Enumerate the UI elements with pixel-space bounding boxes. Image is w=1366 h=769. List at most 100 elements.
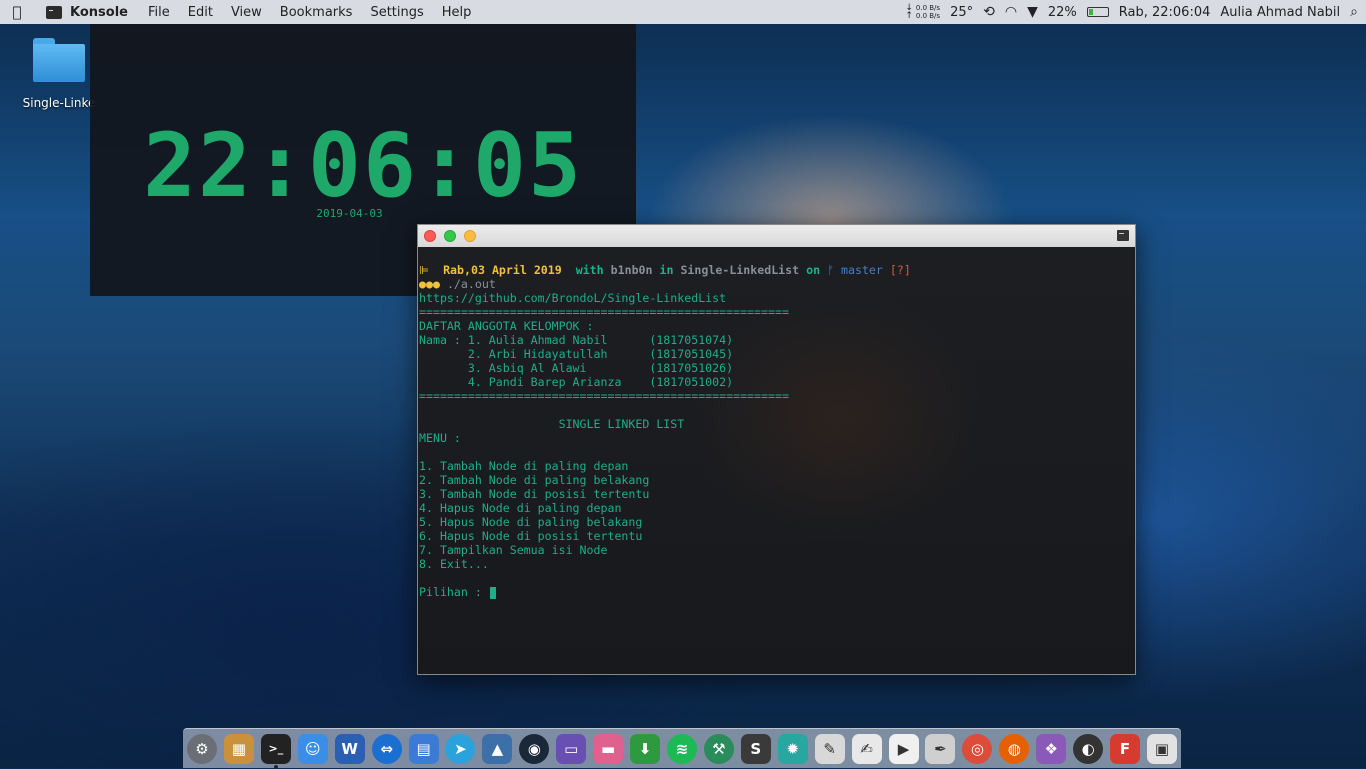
net-down-speed: 0.0 B/s [915, 12, 941, 20]
menu-settings[interactable]: Settings [370, 5, 423, 20]
prompt-marker: ⊫ [419, 263, 430, 277]
finder-glyph: ☺ [304, 739, 321, 758]
folder-pink-icon[interactable]: ▬ [593, 733, 624, 764]
output-line: https://github.com/BrondoL/Single-Linked… [419, 291, 727, 305]
program-output: https://github.com/BrondoL/Single-Linked… [419, 291, 1135, 585]
prompt-date: Rab,03 April 2019 [443, 263, 562, 277]
image-viewer-icon[interactable]: ▲ [482, 733, 513, 764]
sublime-text-icon[interactable]: S [740, 733, 771, 764]
output-line: 4. Hapus Node di paling depan [419, 501, 622, 515]
output-line: 3. Tambah Node di posisi tertentu [419, 487, 650, 501]
spotify-glyph: ≋ [675, 739, 689, 758]
top-menu-bar:  Konsole File Edit View Bookmarks Setti… [0, 0, 1366, 24]
download-icon[interactable]: ⬇ [630, 733, 661, 764]
firefox-glyph: ◍ [1007, 739, 1021, 758]
image-viewer-glyph: ▲ [491, 739, 504, 758]
notes-icon[interactable]: ✎ [814, 733, 845, 764]
teamviewer-glyph: ⇔ [380, 739, 393, 758]
net-arrows-icon: ↓ ↑ [905, 3, 913, 21]
disk-utility-icon[interactable]: ◐ [1073, 733, 1104, 764]
color-picker-icon[interactable]: ❖ [1036, 733, 1067, 764]
close-button[interactable] [424, 230, 436, 242]
foxit-reader-icon[interactable]: F [1110, 733, 1141, 764]
chrome-glyph: ◎ [970, 739, 984, 758]
prompt-branch: ᚠ master [827, 263, 883, 277]
output-line: Nama : 1. Aulia Ahmad Nabil (1817051074) [419, 333, 734, 347]
prompt-dir: Single-LinkedList [680, 263, 800, 277]
menu-file[interactable]: File [148, 5, 170, 20]
telegram-icon[interactable]: ➤ [445, 733, 476, 764]
xcode-icon[interactable]: ⚒ [703, 733, 734, 764]
output-line: 1. Tambah Node di paling depan [419, 459, 629, 473]
network-speed[interactable]: ↓ ↑ 0.0 B/s 0.0 B/s [905, 3, 941, 21]
archive-glyph: ▦ [231, 739, 247, 758]
output-line: MENU : [419, 431, 461, 445]
prompt-icon[interactable]: ▶ [888, 733, 919, 764]
download-glyph: ⬇ [638, 739, 652, 758]
terminal-glyph: >_ [268, 742, 284, 755]
pineapple-icon[interactable]: ✹ [777, 733, 808, 764]
prompt-status: [?] [889, 263, 911, 277]
output-line: 2. Arbi Hidayatullah (1817051045) [419, 347, 734, 361]
status-area: ↓ ↑ 0.0 B/s 0.0 B/s 25° ⟲ ◠ ▼ 22% Rab, 22… [905, 0, 1358, 24]
temperature[interactable]: 25° [950, 5, 973, 20]
prompt-user: b1nb0n [610, 263, 653, 277]
wifi-icon[interactable]: ◠ [1005, 4, 1017, 20]
command-text: ./a.out [446, 277, 496, 291]
text-edit-glyph: ✍ [860, 739, 873, 758]
konsole-window[interactable]: ⊫ Rab,03 April 2019 with b1nb0n in Singl… [417, 224, 1136, 675]
steam-glyph: ◉ [527, 739, 541, 758]
user-name[interactable]: Aulia Ahmad Nabil [1220, 5, 1340, 20]
maximize-button[interactable] [464, 230, 476, 242]
command-dots: ●●● [419, 277, 440, 291]
minimize-button[interactable] [444, 230, 456, 242]
menu-bookmarks[interactable]: Bookmarks [280, 5, 353, 20]
steam-icon[interactable]: ◉ [519, 733, 550, 764]
terminal-icon[interactable]: >_ [260, 733, 291, 769]
output-line: 6. Hapus Node di posisi tertentu [419, 529, 643, 543]
battery-icon[interactable] [1086, 7, 1109, 17]
volume-dropdown-icon[interactable]: ▼ [1027, 4, 1038, 20]
notes-glyph: ✎ [823, 739, 836, 758]
search-icon[interactable]: ⌕ [1350, 4, 1358, 20]
app-name[interactable]: Konsole [70, 5, 128, 20]
chrome-icon[interactable]: ◎ [962, 733, 993, 764]
sublime-text-glyph: S [750, 739, 762, 758]
terminal-menu-icon[interactable] [1117, 230, 1129, 241]
file-manager-icon[interactable]: ▤ [408, 733, 439, 764]
net-up-speed: 0.0 B/s [915, 4, 941, 12]
sync-icon[interactable]: ⟲ [983, 4, 995, 20]
game-emulator-icon[interactable]: ▭ [556, 733, 587, 764]
pineapple-glyph: ✹ [786, 739, 800, 758]
photo-booth-icon[interactable]: ▣ [1146, 733, 1177, 764]
clock-time: 22:06:05 [143, 114, 583, 217]
spotify-icon[interactable]: ≋ [666, 733, 697, 764]
prompt-on: on [806, 263, 821, 277]
teamviewer-icon[interactable]: ⇔ [371, 733, 402, 764]
menubar-clock[interactable]: Rab, 22:06:04 [1119, 5, 1211, 20]
menu-help[interactable]: Help [442, 5, 472, 20]
output-line: 3. Asbiq Al Alawi (1817051026) [419, 361, 734, 375]
output-line: SINGLE LINKED LIST [419, 417, 685, 431]
konsole-app-icon [46, 5, 62, 19]
battery-fill [1088, 9, 1093, 15]
text-edit-icon[interactable]: ✍ [851, 733, 882, 764]
terminal-output[interactable]: ⊫ Rab,03 April 2019 with b1nb0n in Singl… [418, 247, 1135, 674]
finder-icon[interactable]: ☺ [297, 733, 328, 764]
battery-percent[interactable]: 22% [1048, 5, 1077, 20]
firefox-icon[interactable]: ◍ [999, 733, 1030, 764]
window-titlebar[interactable] [418, 225, 1135, 247]
dock: ⚙ ▦ >_ ☺ W ⇔ ▤ ➤ ▲ ◉ ▭ ▬ ⬇ ≋ ⚒ S ✹ ✎ ✍ ▶ ✒ ◎ ◍ ❖ ◐ F ▣ [183, 728, 1181, 769]
menu-edit[interactable]: Edit [188, 5, 213, 20]
disk-utility-glyph: ◐ [1081, 739, 1095, 758]
menu-view[interactable]: View [231, 5, 262, 20]
script-editor-icon[interactable]: ✒ [925, 733, 956, 764]
output-line: DAFTAR ANGGOTA KELOMPOK : [419, 319, 594, 333]
word-icon[interactable]: W [334, 733, 365, 764]
input-line[interactable]: Pilihan : [419, 585, 1135, 599]
system-preferences-icon[interactable]: ⚙ [187, 733, 217, 764]
archive-icon[interactable]: ▦ [223, 733, 254, 764]
apple-icon[interactable]:  [0, 3, 34, 21]
text-cursor [489, 586, 496, 599]
